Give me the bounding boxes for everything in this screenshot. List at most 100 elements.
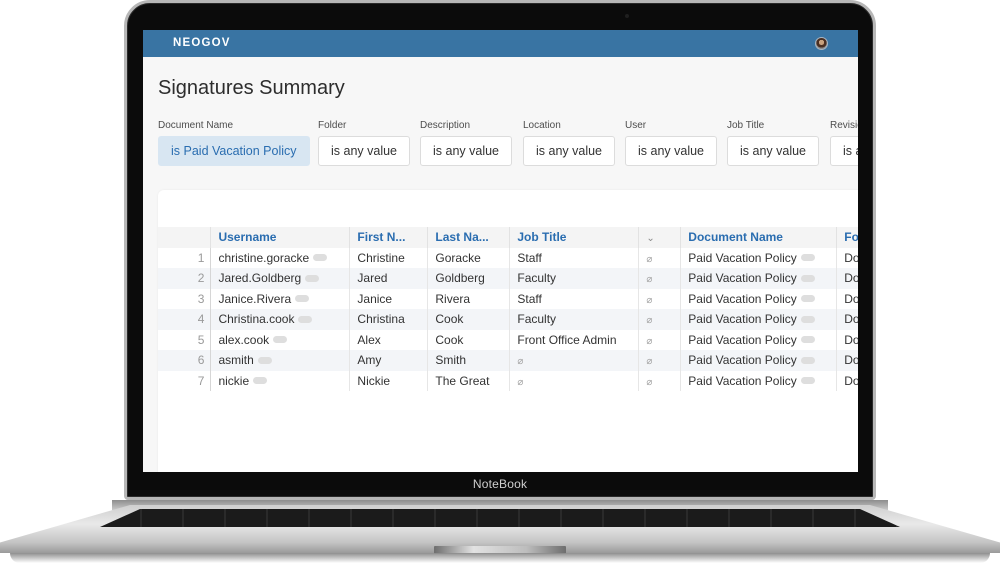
table-row[interactable]: 7 nickie Nickie The Great ⌀ ⌀ Paid Vacat… — [158, 370, 858, 391]
cell-username[interactable]: Christina.cook — [210, 309, 350, 330]
results-table: Username First N... Last Na... Job Title… — [158, 227, 858, 391]
cell-document-name[interactable]: Paid Vacation Policy — [680, 247, 837, 268]
column-header-folder[interactable]: Folder — [836, 227, 858, 248]
cell-first-name: Amy — [349, 350, 428, 371]
cell-first-name: Alex — [349, 329, 428, 350]
cell-username[interactable]: nickie — [210, 370, 350, 391]
more-options-icon[interactable] — [800, 377, 815, 385]
screen: NEOGOV Signatures Summary Document Name … — [143, 30, 858, 472]
filter-job-title: Job Title is any value — [727, 120, 820, 166]
row-index-header — [158, 227, 211, 248]
device-brand-label: NoteBook — [472, 477, 528, 491]
more-options-icon[interactable] — [295, 295, 310, 303]
cell-username[interactable]: alex.cook — [210, 329, 350, 350]
column-header-job-title[interactable]: Job Title — [509, 227, 639, 248]
filter-label: Revision — [830, 120, 858, 131]
cell-job-title: Faculty — [509, 268, 639, 289]
table-row[interactable]: 6 asmith Amy Smith ⌀ ⌀ Paid Vacation Pol… — [158, 350, 858, 371]
row-index: 1 — [158, 247, 212, 268]
cell-job-title: ⌀ — [509, 370, 639, 391]
cell-null: ⌀ — [638, 329, 681, 350]
cell-folder: Doc — [836, 370, 858, 391]
filter-label: Description — [420, 120, 471, 131]
cell-last-name: Cook — [427, 329, 510, 350]
row-index: 5 — [158, 329, 212, 350]
table-row[interactable]: 2 Jared.Goldberg Jared Goldberg Faculty … — [158, 268, 858, 289]
null-icon: ⌀ — [646, 356, 653, 368]
more-options-icon[interactable] — [257, 356, 272, 364]
filter-value-button[interactable]: is any value — [420, 136, 513, 166]
more-options-icon[interactable] — [800, 356, 815, 364]
more-options-icon[interactable] — [253, 377, 268, 385]
filter-value-button[interactable]: is any value — [727, 136, 820, 166]
column-expand-chevron-down-icon[interactable]: ⌄ — [638, 227, 681, 248]
filter-revision: Revision is any value — [830, 120, 858, 166]
cell-last-name: Rivera — [427, 288, 510, 309]
cell-document-name[interactable]: Paid Vacation Policy — [680, 309, 837, 330]
filter-label: Document Name — [158, 120, 234, 131]
cell-last-name: Smith — [427, 350, 510, 371]
filter-value-button[interactable]: is any value — [318, 136, 411, 166]
cell-document-name[interactable]: Paid Vacation Policy — [680, 288, 837, 309]
cell-username[interactable]: asmith — [210, 350, 350, 371]
cell-folder: Doc — [836, 247, 858, 268]
cell-null: ⌀ — [638, 268, 681, 289]
column-header-username[interactable]: Username — [210, 227, 350, 248]
null-icon: ⌀ — [646, 335, 653, 347]
cell-folder: Doc — [836, 288, 858, 309]
filter-document-name: Document Name is Paid Vacation Policy — [158, 120, 310, 166]
cell-username[interactable]: Jared.Goldberg — [210, 268, 350, 289]
filter-location: Location is any value — [523, 120, 616, 166]
more-options-icon[interactable] — [800, 315, 815, 323]
cell-folder: Doc — [836, 309, 858, 330]
page-title: Signatures Summary — [158, 77, 345, 99]
more-options-icon[interactable] — [800, 295, 815, 303]
table-header-row: Username First N... Last Na... Job Title… — [158, 227, 858, 248]
filter-value-button[interactable]: is any value — [523, 136, 616, 166]
table-row[interactable]: 4 Christina.cook Christina Cook Faculty … — [158, 309, 858, 330]
more-options-icon[interactable] — [305, 274, 320, 282]
null-icon: ⌀ — [517, 356, 524, 368]
laptop-keyboard — [100, 509, 900, 527]
cell-document-name[interactable]: Paid Vacation Policy — [680, 329, 837, 350]
cell-first-name: Christina — [349, 309, 428, 330]
cell-document-name[interactable]: Paid Vacation Policy — [680, 370, 837, 391]
filter-value-button[interactable]: is Paid Vacation Policy — [158, 136, 310, 166]
row-index: 7 — [158, 370, 212, 391]
cell-null: ⌀ — [638, 309, 681, 330]
filter-label: User — [625, 120, 647, 131]
cell-username[interactable]: Janice.Rivera — [210, 288, 350, 309]
results-card: Username First N... Last Na... Job Title… — [158, 190, 858, 472]
cell-username[interactable]: christine.goracke — [210, 247, 350, 268]
table-row[interactable]: 3 Janice.Rivera Janice Rivera Staff ⌀ Pa… — [158, 288, 858, 309]
more-options-icon[interactable] — [800, 336, 815, 344]
filter-user: User is any value — [625, 120, 718, 166]
null-icon: ⌀ — [646, 274, 653, 286]
filter-label: Location — [523, 120, 561, 131]
filter-value-button[interactable]: is any value — [625, 136, 718, 166]
cell-document-name[interactable]: Paid Vacation Policy — [680, 350, 837, 371]
top-navigation-bar: NEOGOV — [143, 30, 858, 57]
more-options-icon[interactable] — [313, 254, 328, 262]
column-header-document-name[interactable]: Document Name — [680, 227, 837, 248]
more-options-icon[interactable] — [800, 274, 815, 282]
cell-first-name: Nickie — [349, 370, 428, 391]
null-icon: ⌀ — [517, 376, 524, 388]
cell-folder: Doc — [836, 350, 858, 371]
user-avatar[interactable] — [815, 37, 828, 50]
more-options-icon[interactable] — [298, 315, 313, 323]
cell-document-name[interactable]: Paid Vacation Policy — [680, 268, 837, 289]
table-row[interactable]: 5 alex.cook Alex Cook Front Office Admin… — [158, 329, 858, 350]
more-options-icon[interactable] — [800, 254, 815, 262]
column-header-first-name[interactable]: First N... — [349, 227, 428, 248]
column-header-last-name[interactable]: Last Na... — [427, 227, 510, 248]
more-options-icon[interactable] — [273, 336, 288, 344]
null-icon: ⌀ — [646, 253, 653, 265]
cell-job-title: Staff — [509, 288, 639, 309]
filter-folder: Folder is any value — [318, 120, 411, 166]
neogov-logo[interactable]: NEOGOV — [173, 37, 231, 49]
filter-value-button[interactable]: is any value — [830, 136, 858, 166]
filter-label: Folder — [318, 120, 347, 131]
cell-null: ⌀ — [638, 288, 681, 309]
table-row[interactable]: 1 christine.goracke Christine Goracke St… — [158, 247, 858, 268]
